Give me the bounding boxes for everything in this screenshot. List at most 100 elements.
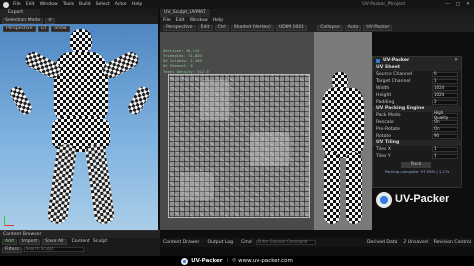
uv-island-cluster-b — [250, 132, 290, 166]
uv-stats-overlay: Vertices: 36,112 Triangles: 71,804 UV Is… — [163, 48, 243, 74]
label-tiles-y: Tiles Y — [376, 153, 391, 159]
show-button[interactable]: Show — [51, 26, 70, 32]
character-forearm-left — [7, 84, 35, 117]
output-log-button[interactable]: Output Log — [207, 240, 233, 246]
character-torso — [54, 52, 108, 122]
uv-shaded-button[interactable]: Shaded (Vertex) — [230, 25, 274, 31]
breadcrumb-content[interactable]: Content — [72, 239, 90, 245]
row-padding: Padding 2 — [373, 99, 461, 106]
viewport-overlay-toolbar: Perspective Lit Show — [3, 26, 72, 32]
panel-title: UV-Packer — [383, 58, 410, 64]
left-viewport[interactable]: Perspective Lit Show — [0, 24, 158, 230]
content-browser: Content Browser Add Import Save All Cont… — [0, 230, 160, 256]
content-browser-toolbar: Add Import Save All Content Sculpt — [0, 238, 160, 246]
menu-build[interactable]: Build — [79, 2, 91, 8]
preview-leg-left — [324, 152, 340, 224]
uv-layout-view[interactable]: Vertices: 36,112 Triangles: 71,804 UV Is… — [160, 32, 314, 230]
content-drawer-button[interactable]: Content Drawer — [163, 240, 199, 246]
menu-edit[interactable]: Edit — [26, 2, 35, 8]
maximize-icon[interactable]: □ — [456, 2, 460, 8]
save-all-button[interactable]: Save All — [42, 239, 67, 245]
width-field[interactable]: 1024 — [432, 85, 458, 91]
menu-tools[interactable]: Tools — [63, 2, 74, 8]
pack-mode-select[interactable]: High Quality — [432, 110, 458, 119]
selection-mode-button[interactable]: Selection Mode — [2, 17, 44, 24]
section-uv-tiling-label: UV Tiling — [376, 140, 400, 146]
uv-island-cluster-c — [180, 172, 214, 200]
derived-data-button[interactable]: Derived Data — [367, 240, 397, 246]
menu-select[interactable]: Select — [96, 2, 110, 8]
row-target-channel: Target Channel 1 — [373, 78, 461, 85]
menu-actor[interactable]: Actor — [115, 2, 127, 8]
target-channel-field[interactable]: 1 — [432, 78, 458, 84]
uv-packer-panel: UV-Packer ✕ UV Sheet Source Channel 0 Tar… — [372, 56, 462, 188]
auto-button[interactable]: Auto — [344, 25, 362, 31]
close-icon[interactable]: ✕ — [466, 2, 470, 8]
tiles-x-field[interactable]: 1 — [432, 146, 458, 152]
padding-field[interactable]: 2 — [432, 99, 458, 105]
row-height: Height 1024 — [373, 92, 461, 99]
uv-edit-button[interactable]: Edit — [197, 25, 213, 31]
label-pack-mode: Pack Mode — [376, 112, 401, 118]
section-uv-sheet-label: UV Sheet — [376, 65, 400, 71]
add-button[interactable]: Add — [2, 239, 17, 245]
height-field[interactable]: 1024 — [432, 92, 458, 98]
unreal-logo-icon[interactable] — [3, 1, 9, 8]
content-browser-title[interactable]: Content Browser — [3, 232, 41, 238]
revision-control-button[interactable]: Revision Control — [434, 240, 471, 246]
uv-editor-toolbar: Perspective Edit Ctrl Shaded (Vertex) UD… — [160, 24, 474, 32]
uv-perspective-button[interactable]: Perspective — [163, 25, 196, 31]
panel-close-icon[interactable]: ✕ — [454, 58, 458, 64]
footer-banner: UV-Packer | ◎ www.uv-packer.com — [0, 256, 474, 266]
filters-button[interactable]: Filters — [2, 246, 22, 253]
label-rotate: Rotate — [376, 133, 392, 139]
row-pre-rotate: Pre-Rotate On — [373, 126, 461, 133]
uv-ctrl-button[interactable]: Ctrl — [214, 25, 229, 31]
rotate-field[interactable]: 90 — [432, 133, 458, 139]
left-viewport-toolbar: Selection Mode ≡ — [0, 17, 158, 24]
pack-button-wrap: Pack — [373, 162, 461, 168]
tab-uv-asset[interactable]: UV_Sculpt_UVMAT — [160, 9, 210, 17]
row-width: Width 1024 — [373, 85, 461, 92]
uv-3d-preview[interactable] — [314, 32, 372, 230]
label-source-channel: Source Channel — [376, 71, 413, 77]
uv-menu-window[interactable]: Window — [190, 18, 208, 24]
source-channel-field[interactable]: 0 — [432, 71, 458, 77]
bottom-status-bar: Content Drawer Output Log Cmd Enter Cons… — [160, 238, 474, 247]
console-input[interactable]: Enter Console Command — [255, 239, 316, 245]
import-button[interactable]: Import — [18, 239, 41, 245]
lit-button[interactable]: Lit — [37, 26, 50, 32]
label-target-channel: Target Channel — [376, 78, 411, 84]
cmd-dropdown[interactable]: Cmd — [241, 240, 252, 246]
unsaved-indicator[interactable]: 2 Unsaved — [403, 240, 427, 246]
uv-menu-edit[interactable]: Edit — [176, 18, 185, 24]
label-pre-rotate: Pre-Rotate — [376, 126, 401, 132]
uv-packer-logo-text: UV-Packer — [395, 193, 450, 206]
footer-logo-icon — [181, 257, 189, 265]
tiles-y-field[interactable]: 1 — [432, 153, 458, 159]
uv-packer-toolbar-button[interactable]: UV-Packer — [363, 25, 393, 31]
menu-file[interactable]: File — [13, 2, 21, 8]
perspective-button[interactable]: Perspective — [3, 26, 36, 32]
row-source-channel: Source Channel 0 — [373, 71, 461, 78]
panel-header: UV-Packer ✕ — [373, 57, 461, 65]
rescale-toggle[interactable]: On — [432, 119, 458, 125]
collapse-button[interactable]: Collapse — [317, 25, 343, 31]
pre-rotate-toggle[interactable]: On — [432, 126, 458, 132]
character-arm-left — [22, 49, 64, 82]
pack-button[interactable]: Pack — [401, 162, 431, 168]
uv-menu-help[interactable]: Help — [213, 18, 223, 24]
minimize-icon[interactable]: — — [445, 2, 450, 8]
tab-export[interactable]: Export — [0, 9, 40, 17]
stat-texel: Texel Density: 512.0 — [163, 68, 209, 74]
viewport-options-button[interactable]: ≡ — [45, 17, 56, 24]
menu-help[interactable]: Help — [132, 2, 142, 8]
breadcrumb-sculpt[interactable]: Sculpt — [93, 239, 107, 245]
uv-udim-button[interactable]: UDIM 1001 — [275, 25, 308, 31]
footer-url[interactable]: www.uv-packer.com — [238, 258, 293, 265]
content-search-input[interactable]: Search Sculpt — [23, 246, 84, 252]
uv-menu-file[interactable]: File — [163, 18, 171, 24]
footer-brand: UV-Packer — [191, 257, 223, 264]
content-browser-header: Content Browser — [0, 231, 160, 238]
menu-window[interactable]: Window — [40, 2, 58, 8]
